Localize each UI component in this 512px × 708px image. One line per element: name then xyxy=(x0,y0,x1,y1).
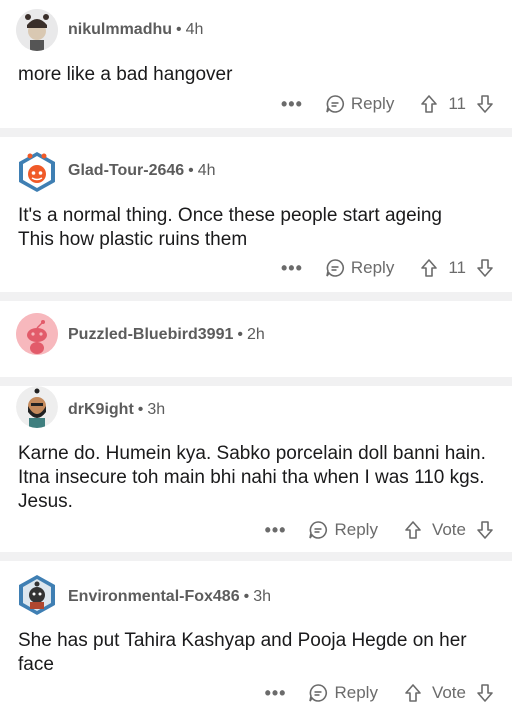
reply-label: Reply xyxy=(334,683,378,702)
vote-control: Vote xyxy=(404,683,494,703)
comment-2: Glad-Tour-2646 • 4h It's a normal thing. O… xyxy=(0,137,512,292)
comment-meta: nikulmmadhu • 4h xyxy=(68,21,203,39)
reply-icon xyxy=(309,521,328,539)
username[interactable]: Environmental-Fox486 xyxy=(68,588,240,605)
comment-text: Karne do. Humein kya. Sabko porcelain do… xyxy=(18,443,486,512)
comment-3-collapsed[interactable]: Puzzled-Bluebird3991 • 2h xyxy=(0,301,512,377)
comment-meta: Puzzled-Bluebird3991 • 2h xyxy=(68,326,265,344)
comment-actions: ••• Reply 11 xyxy=(281,90,494,118)
snoo-avatar-icon xyxy=(16,313,58,355)
separator-dot: • xyxy=(176,21,182,38)
separator-dot: • xyxy=(188,162,194,179)
user-avatar-icon xyxy=(19,152,55,192)
comment-divider xyxy=(0,292,512,301)
comment-1: nikulmmadhu • 4h more like a bad hangover … xyxy=(0,0,512,128)
username[interactable]: nikulmmadhu xyxy=(68,21,172,38)
vote-control: 11 xyxy=(420,94,494,114)
separator-dot: • xyxy=(237,326,243,343)
timestamp: 3h xyxy=(147,401,166,418)
avatar[interactable] xyxy=(16,573,58,615)
timestamp: 4h xyxy=(185,21,204,38)
user-avatar-icon xyxy=(19,575,55,615)
comment-text: She has put Tahira Kashyap and Pooja Heg… xyxy=(18,630,467,675)
username[interactable]: Glad-Tour-2646 xyxy=(68,162,184,179)
vote-label: Vote xyxy=(431,520,466,539)
reply-label: Reply xyxy=(350,94,395,113)
username[interactable]: drK9ight xyxy=(68,401,134,418)
vote-control: Vote xyxy=(404,520,494,540)
downvote-icon[interactable] xyxy=(476,258,494,278)
upvote-icon[interactable] xyxy=(420,258,438,278)
reply-icon xyxy=(309,684,328,702)
reply-label: Reply xyxy=(334,520,378,539)
upvote-icon[interactable] xyxy=(404,683,422,703)
comment-text: It's a normal thing. Once these people s… xyxy=(18,205,442,250)
vote-control: 11 xyxy=(420,258,494,278)
more-options-button[interactable]: ••• xyxy=(265,520,287,541)
comment-5: Environmental-Fox486 • 3h She has put Tahi… xyxy=(0,561,512,708)
comment-text: more like a bad hangover xyxy=(18,64,233,85)
reply-label: Reply xyxy=(350,258,395,277)
reply-button[interactable]: Reply xyxy=(308,683,378,703)
downvote-icon[interactable] xyxy=(476,683,494,703)
username[interactable]: Puzzled-Bluebird3991 xyxy=(68,326,233,343)
timestamp: 3h xyxy=(253,588,272,605)
comment-actions: ••• Reply 11 xyxy=(281,254,494,282)
reply-button[interactable]: Reply xyxy=(325,258,394,278)
avatar[interactable] xyxy=(16,386,58,428)
reply-icon xyxy=(326,95,344,113)
comment-divider xyxy=(0,377,512,386)
upvote-icon[interactable] xyxy=(420,94,438,114)
vote-count: 11 xyxy=(448,94,466,113)
more-options-button[interactable]: ••• xyxy=(281,258,303,279)
more-options-button[interactable]: ••• xyxy=(281,94,303,115)
reply-button[interactable]: Reply xyxy=(308,520,378,540)
avatar[interactable] xyxy=(16,150,58,192)
vote-label: Vote xyxy=(431,683,466,702)
downvote-icon[interactable] xyxy=(476,520,494,540)
reply-icon xyxy=(326,259,344,277)
comment-actions: ••• Reply Vote xyxy=(265,679,494,707)
downvote-icon[interactable] xyxy=(476,94,494,114)
comment-divider xyxy=(0,128,512,137)
reply-button[interactable]: Reply xyxy=(325,94,394,114)
comment-divider xyxy=(0,552,512,561)
timestamp: 2h xyxy=(246,326,265,343)
user-avatar-icon xyxy=(16,9,58,51)
comment-4: drK9ight • 3h Karne do. Humein kya. Sabko … xyxy=(0,386,512,552)
avatar[interactable] xyxy=(16,313,58,355)
avatar[interactable] xyxy=(16,9,58,51)
comment-meta: drK9ight • 3h xyxy=(68,401,165,419)
comment-meta: Glad-Tour-2646 • 4h xyxy=(68,162,216,180)
comment-meta: Environmental-Fox486 • 3h xyxy=(68,588,271,606)
timestamp: 4h xyxy=(197,162,216,179)
separator-dot: • xyxy=(243,588,250,605)
upvote-icon[interactable] xyxy=(404,520,422,540)
vote-count: 11 xyxy=(448,258,466,277)
comment-actions: ••• Reply Vote xyxy=(265,516,494,544)
more-options-button[interactable]: ••• xyxy=(265,683,287,704)
separator-dot: • xyxy=(137,401,144,418)
user-avatar-icon xyxy=(16,386,58,428)
